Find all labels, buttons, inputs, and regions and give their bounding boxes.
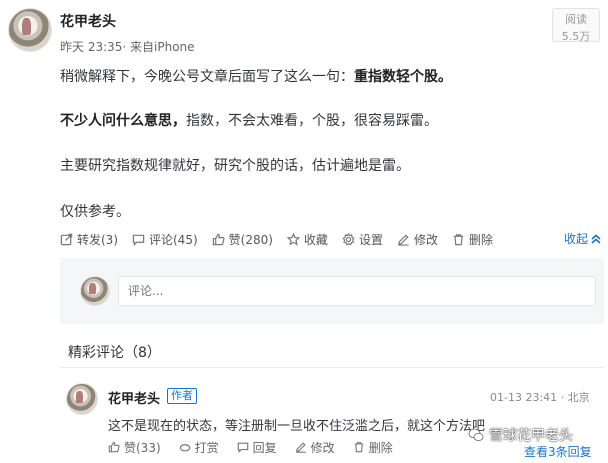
forward-button[interactable]: 转发(3) bbox=[60, 231, 118, 248]
current-user-avatar bbox=[80, 276, 110, 306]
comment-delete-button[interactable]: 删除 bbox=[353, 439, 393, 456]
comment-edit-button[interactable]: 修改 bbox=[295, 439, 335, 456]
forward-label: 转发(3) bbox=[77, 232, 118, 247]
comment-author-avatar[interactable] bbox=[66, 383, 98, 415]
comment-delete-label: 删除 bbox=[368, 440, 393, 455]
settings-button[interactable]: 设置 bbox=[342, 231, 383, 248]
post-line-2-text: 指数，不会太难看，个股，很容易踩雷。 bbox=[186, 113, 438, 129]
trash-icon bbox=[453, 233, 464, 245]
edit-button[interactable]: 修改 bbox=[397, 231, 438, 248]
comment-time: 01-13 23:41 · 北京 bbox=[490, 391, 590, 404]
thumbs-up-icon bbox=[108, 441, 120, 453]
pencil-icon bbox=[295, 442, 306, 453]
read-count-box: 阅读 5.5万 bbox=[552, 8, 600, 43]
comment-text: 这不是现在的状态，等注册制一旦收不住泛滥之后，就这个方法吧 bbox=[108, 419, 486, 434]
post-line-4: 仅供参考。 bbox=[60, 204, 130, 220]
settings-label: 设置 bbox=[358, 232, 383, 247]
post-line-2: 不少人问什么意思，指数，不会太难看，个股，很容易踩雷。 bbox=[60, 110, 438, 130]
comment-icon bbox=[132, 234, 145, 246]
star-icon bbox=[286, 232, 300, 246]
comment-reply-button[interactable]: 回复 bbox=[237, 439, 277, 456]
delete-label: 删除 bbox=[468, 232, 493, 247]
author-name[interactable]: 花甲老头 bbox=[60, 11, 116, 31]
comment-button[interactable]: 评论(45) bbox=[132, 231, 198, 248]
section-divider bbox=[60, 367, 604, 368]
post-line-3: 主要研究指数规律就好，研究个股的话，估计遍地是雷。 bbox=[60, 158, 410, 174]
trash-icon bbox=[354, 442, 363, 453]
reply-icon bbox=[237, 442, 248, 453]
comment-like-label: 赞(33) bbox=[124, 440, 161, 455]
post-line-1: 稍微解释下，今晚公号文章后面写了这么一句：重指数轻个股。 bbox=[60, 66, 452, 86]
comment-author-name[interactable]: 花甲老头 bbox=[108, 388, 160, 407]
delete-button[interactable]: 删除 bbox=[452, 231, 493, 248]
post-actions: 转发(3) 评论(45) 赞(280) 收藏 设置 修改 删除 bbox=[60, 230, 507, 248]
thumbs-up-icon bbox=[212, 233, 225, 245]
read-label: 阅读 bbox=[565, 13, 587, 26]
collapse-label: 收起 bbox=[564, 232, 589, 246]
comment-actions: 赞(33) 打赏 回复 修改 删除 bbox=[108, 439, 411, 455]
reward-icon bbox=[179, 444, 190, 452]
comment-input[interactable] bbox=[118, 276, 596, 306]
collapse-button[interactable]: 收起 bbox=[564, 230, 602, 247]
comment-reply-label: 回复 bbox=[252, 440, 277, 455]
comment-reward-label: 打赏 bbox=[194, 440, 219, 455]
edit-label: 修改 bbox=[413, 232, 438, 247]
watermark-text: 雪球花甲老头 bbox=[489, 428, 573, 444]
favorite-label: 收藏 bbox=[303, 232, 328, 247]
forward-icon bbox=[60, 233, 73, 245]
favorite-button[interactable]: 收藏 bbox=[286, 231, 328, 248]
watermark: 雪球花甲老头 bbox=[468, 425, 573, 445]
like-label: 赞(280) bbox=[228, 232, 273, 247]
post-line-1-bold: 重指数轻个股。 bbox=[354, 69, 452, 85]
comment-reward-button[interactable]: 打赏 bbox=[179, 439, 219, 456]
gear-icon bbox=[342, 232, 355, 245]
read-count: 5.5万 bbox=[561, 30, 591, 43]
wechat-icon bbox=[468, 428, 484, 441]
comment-edit-label: 修改 bbox=[310, 440, 335, 455]
post-line-1-text: 稍微解释下，今晚公号文章后面写了这么一句： bbox=[60, 69, 354, 85]
post-meta: 昨天 23:35· 来自iPhone bbox=[60, 40, 195, 54]
author-avatar[interactable] bbox=[8, 8, 52, 52]
author-badge: 作者 bbox=[167, 388, 197, 404]
pencil-icon bbox=[398, 233, 409, 246]
view-replies-link[interactable]: 查看3条回复 bbox=[524, 443, 592, 460]
comment-label: 评论(45) bbox=[149, 232, 198, 247]
comment-compose-area bbox=[60, 258, 604, 324]
comment-like-button[interactable]: 赞(33) bbox=[108, 439, 161, 456]
hot-comments-title: 精彩评论（8） bbox=[68, 345, 161, 361]
chevron-up-icon bbox=[591, 233, 601, 244]
like-button[interactable]: 赞(280) bbox=[212, 231, 273, 248]
post-line-2-bold: 不少人问什么意思， bbox=[60, 113, 186, 129]
